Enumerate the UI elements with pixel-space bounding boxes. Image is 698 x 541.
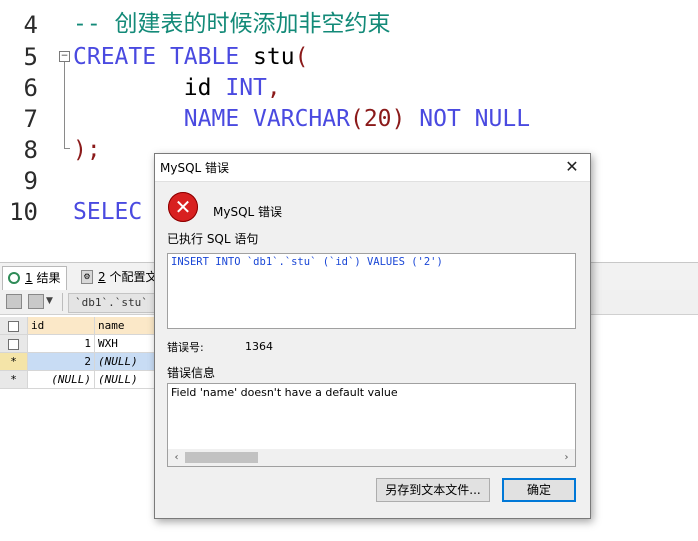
scroll-right-icon[interactable]: › — [558, 449, 575, 466]
column-header-id[interactable]: id — [28, 317, 95, 335]
toolbar-separator — [62, 293, 63, 311]
sql-keyword: TABLE — [169, 44, 240, 70]
select-all-checkbox[interactable] — [0, 317, 28, 335]
column-header-name[interactable]: name — [95, 317, 160, 335]
grid-header-row: id name — [0, 317, 160, 335]
table-name-selector[interactable]: `db1`.`stu` — [68, 293, 155, 313]
sql-keyword: CREATE — [73, 44, 157, 70]
sql-paren: ( — [349, 106, 364, 132]
executed-sql-label: 已执行 SQL 语句 — [167, 232, 259, 246]
tab-number: 1 — [25, 271, 33, 285]
sql-paren: ) — [391, 106, 406, 132]
sql-number: 20 — [363, 106, 392, 132]
row-marker[interactable]: * — [0, 371, 28, 389]
row-checkbox[interactable] — [0, 335, 28, 353]
code-line-4: -- 创建表的时候添加非空约束 — [73, 9, 391, 40]
table-row[interactable]: * (NULL) (NULL) — [0, 371, 160, 389]
table-row[interactable]: * 2 (NULL) — [0, 353, 160, 371]
sql-type: INT — [225, 75, 267, 101]
cell-name[interactable]: WXH — [95, 335, 160, 353]
scroll-left-icon[interactable]: ‹ — [168, 449, 185, 466]
executed-sql-textbox[interactable]: INSERT INTO `db1`.`stu` (`id`) VALUES ('… — [167, 253, 576, 329]
sql-keyword: NOT — [419, 106, 461, 132]
sql-punct: ); — [73, 137, 101, 163]
line-number: 7 — [23, 105, 38, 133]
ok-button[interactable]: 确定 — [502, 478, 576, 502]
error-message-textbox[interactable]: Field 'name' doesn't have a default valu… — [167, 383, 576, 467]
sql-identifier: stu — [239, 44, 295, 70]
line-number: 8 — [23, 136, 38, 164]
dropdown-arrow-icon[interactable]: ▼ — [46, 296, 53, 306]
mysql-error-dialog: MySQL 错误 ✕ ✕ MySQL 错误 已执行 SQL 语句 INSERT … — [154, 153, 591, 519]
sql-comment: -- 创建表的时候添加非空约束 — [73, 11, 391, 37]
grid-view-icon[interactable] — [6, 294, 22, 309]
cell-name[interactable]: (NULL) — [95, 371, 160, 389]
tab-results[interactable]: 1 结果 — [2, 266, 68, 290]
export-icon[interactable] — [28, 294, 44, 309]
row-marker[interactable]: * — [0, 353, 28, 371]
line-number: 4 — [23, 11, 38, 39]
tab-label: 个配置文 — [109, 270, 158, 284]
code-line-6: id INT, — [73, 73, 281, 104]
close-button[interactable]: ✕ — [562, 156, 582, 178]
cell-name[interactable]: (NULL) — [95, 353, 160, 371]
tab-label: 结果 — [36, 271, 61, 285]
fold-guide-end — [64, 148, 70, 149]
error-message-text: Field 'name' doesn't have a default valu… — [171, 386, 398, 399]
result-icon — [8, 272, 20, 284]
tab-number: 2 — [98, 270, 106, 284]
code-line-5: CREATE TABLE stu( — [73, 42, 308, 73]
sql-punct: , — [266, 75, 281, 101]
cell-id[interactable]: 2 — [28, 353, 95, 371]
line-number: 9 — [23, 167, 38, 195]
sql-paren: ( — [294, 44, 309, 70]
error-code-value: 1364 — [245, 340, 273, 353]
sql-identifier: id — [183, 75, 212, 101]
line-number: 6 — [23, 74, 38, 102]
line-number: 10 — [9, 198, 38, 226]
error-code-label: 错误号: — [167, 341, 204, 354]
dialog-title: MySQL 错误 — [160, 161, 230, 175]
code-line-7: NAME VARCHAR(20) NOT NULL — [73, 104, 530, 135]
scroll-thumb[interactable] — [185, 452, 258, 463]
cell-id[interactable]: (NULL) — [28, 371, 95, 389]
code-line-8: ); — [73, 135, 101, 166]
save-to-text-file-button[interactable]: 另存到文本文件... — [376, 478, 490, 502]
fold-guide-line — [64, 62, 65, 148]
table-row[interactable]: 1 WXH — [0, 335, 160, 353]
line-number-gutter: 4 5 6 7 8 9 10 — [0, 0, 70, 262]
sql-column: NAME — [183, 106, 240, 132]
line-number: 5 — [23, 43, 38, 71]
error-icon: ✕ — [168, 192, 198, 222]
horizontal-scrollbar[interactable]: ‹ › — [168, 449, 575, 466]
fold-toggle-icon[interactable]: − — [59, 51, 70, 62]
code-line-10: SELEC — [73, 197, 142, 228]
error-message-label: 错误信息 — [167, 366, 216, 380]
profile-icon: ⚙ — [81, 270, 93, 284]
sql-type: VARCHAR — [253, 106, 350, 132]
executed-sql-text: INSERT INTO `db1`.`stu` (`id`) VALUES ('… — [171, 256, 443, 268]
sql-keyword: NULL — [474, 106, 531, 132]
dialog-heading: MySQL 错误 — [213, 205, 283, 219]
cell-id[interactable]: 1 — [28, 335, 95, 353]
sql-keyword: SELEC — [73, 199, 143, 225]
tab-profile[interactable]: ⚙ 2 个配置文 — [76, 266, 163, 289]
dialog-titlebar[interactable]: MySQL 错误 ✕ — [155, 154, 590, 182]
